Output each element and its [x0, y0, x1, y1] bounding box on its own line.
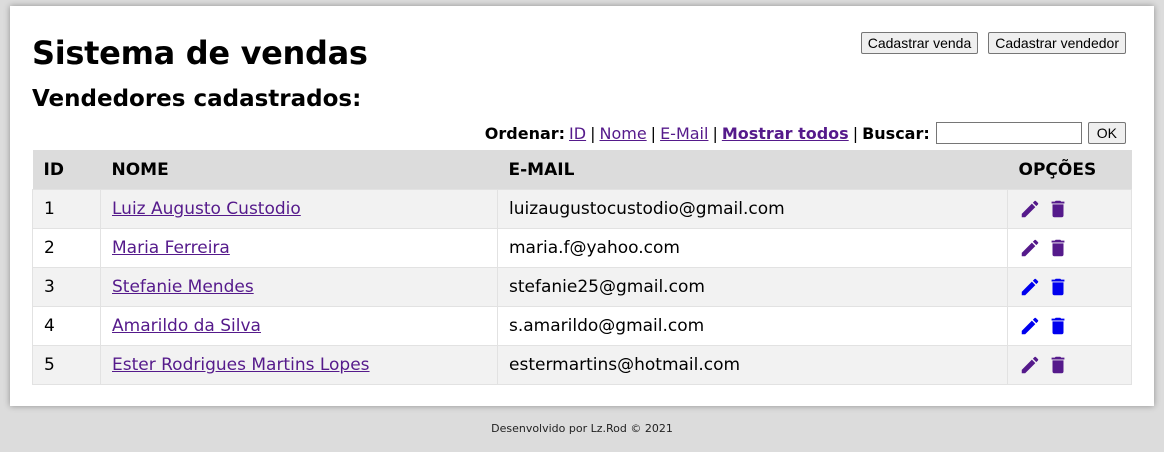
- pencil-icon[interactable]: [1019, 237, 1041, 259]
- trash-icon[interactable]: [1047, 237, 1069, 259]
- cell-email: maria.f@yahoo.com: [497, 228, 1008, 268]
- cell-email: estermartins@hotmail.com: [497, 345, 1008, 385]
- cell-options: [1007, 189, 1132, 229]
- table-row: 3 Stefanie Mendes stefanie25@gmail.com: [32, 267, 1132, 307]
- cell-name: Luiz Augusto Custodio: [100, 189, 498, 229]
- top-actions: Cadastrar venda Cadastrar vendedor: [860, 32, 1126, 54]
- cell-options: [1007, 345, 1132, 385]
- pencil-icon[interactable]: [1019, 354, 1041, 376]
- sort-by-name-link[interactable]: Nome: [599, 124, 646, 143]
- cell-name: Ester Rodrigues Martins Lopes: [100, 345, 498, 385]
- separator: |: [650, 123, 657, 143]
- header-options: OPÇÕES: [1007, 150, 1132, 190]
- cell-id: 2: [32, 228, 101, 268]
- page-title: Sistema de vendas: [32, 34, 368, 72]
- sort-by-id-link[interactable]: ID: [569, 124, 586, 143]
- sort-label: Ordenar:: [484, 123, 566, 143]
- separator: |: [852, 123, 859, 143]
- cell-options: [1007, 267, 1132, 307]
- table-row: 2 Maria Ferreira maria.f@yahoo.com: [32, 228, 1132, 268]
- table-header-row: ID NOME E-MAIL OPÇÕES: [32, 150, 1132, 190]
- seller-name-link[interactable]: Stefanie Mendes: [112, 277, 254, 297]
- cell-email: s.amarildo@gmail.com: [497, 306, 1008, 346]
- seller-name-link[interactable]: Amarildo da Silva: [112, 316, 261, 336]
- search-input[interactable]: [935, 122, 1082, 144]
- page-footer: Desenvolvido por Lz.Rod © 2021: [491, 422, 673, 435]
- header-id: ID: [32, 150, 101, 190]
- cell-id: 3: [32, 267, 101, 307]
- search-ok-button[interactable]: OK: [1087, 122, 1126, 144]
- separator: |: [712, 123, 718, 143]
- cell-options: [1007, 306, 1132, 346]
- trash-icon[interactable]: [1047, 276, 1069, 298]
- show-all-link[interactable]: Mostrar todos: [722, 124, 849, 143]
- cell-options: [1007, 228, 1132, 268]
- header-name: NOME: [100, 150, 498, 190]
- trash-icon[interactable]: [1047, 354, 1069, 376]
- sort-search-bar: Ordenar: ID | Nome | E-Mail | Mostrar to…: [485, 122, 1126, 144]
- register-seller-button[interactable]: Cadastrar vendedor: [988, 32, 1126, 54]
- sort-by-email-link[interactable]: E-Mail: [660, 124, 708, 143]
- cell-name: Maria Ferreira: [100, 228, 498, 268]
- cell-name: Stefanie Mendes: [100, 267, 498, 307]
- seller-name-link[interactable]: Ester Rodrigues Martins Lopes: [112, 355, 370, 375]
- pencil-icon[interactable]: [1019, 315, 1041, 337]
- register-sale-button[interactable]: Cadastrar venda: [860, 32, 979, 54]
- trash-icon[interactable]: [1047, 198, 1069, 220]
- header-email: E-MAIL: [497, 150, 1008, 190]
- section-subtitle: Vendedores cadastrados:: [32, 86, 362, 112]
- sellers-table: ID NOME E-MAIL OPÇÕES 1 Luiz Augusto Cust…: [32, 150, 1132, 385]
- main-card: Sistema de vendas Vendedores cadastrados…: [10, 6, 1154, 406]
- seller-name-link[interactable]: Maria Ferreira: [112, 238, 230, 258]
- cell-email: luizaugustocustodio@gmail.com: [497, 189, 1008, 229]
- cell-name: Amarildo da Silva: [100, 306, 498, 346]
- cell-id: 4: [32, 306, 101, 346]
- separator: |: [590, 123, 596, 143]
- cell-id: 5: [32, 345, 101, 385]
- seller-name-link[interactable]: Luiz Augusto Custodio: [112, 199, 301, 219]
- cell-id: 1: [32, 189, 101, 229]
- pencil-icon[interactable]: [1019, 276, 1041, 298]
- cell-email: stefanie25@gmail.com: [497, 267, 1008, 307]
- trash-icon[interactable]: [1047, 315, 1069, 337]
- search-label: Buscar:: [862, 123, 930, 143]
- table-row: 4 Amarildo da Silva s.amarildo@gmail.com: [32, 306, 1132, 346]
- pencil-icon[interactable]: [1019, 198, 1041, 220]
- table-row: 1 Luiz Augusto Custodio luizaugustocustodi…: [32, 189, 1132, 229]
- table-row: 5 Ester Rodrigues Martins Lopes estermarti…: [32, 345, 1132, 385]
